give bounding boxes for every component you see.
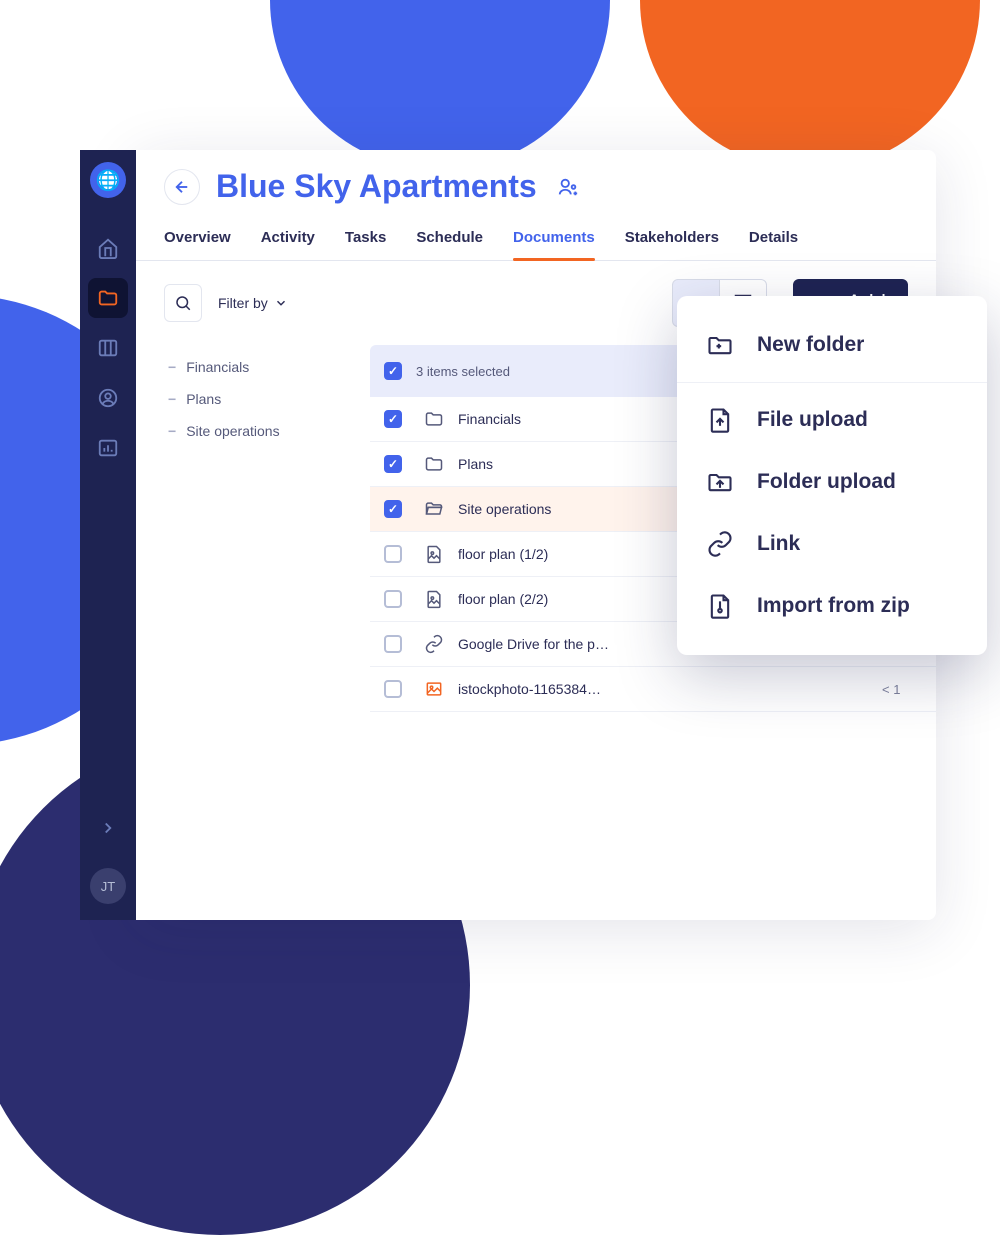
page-header: Blue Sky Apartments [136,150,936,205]
back-button[interactable] [164,169,200,205]
row-checkbox[interactable] [384,410,402,428]
sidebar-item-documents[interactable] [88,278,128,318]
dropdown-folder-upload[interactable]: Folder upload [677,451,987,513]
tree-item-label: Plans [186,391,221,407]
dropdown-label: Import from zip [757,594,910,618]
tree-collapse-icon: − [168,423,176,439]
tab-schedule[interactable]: Schedule [416,229,483,260]
dropdown-label: Link [757,532,800,556]
add-user-icon [557,176,579,198]
row-checkbox[interactable] [384,545,402,563]
chevron-down-icon [274,296,288,310]
dropdown-label: New folder [757,333,864,357]
select-all-checkbox[interactable] [384,362,402,380]
user-circle-icon [97,387,119,409]
tree-item[interactable]: − Site operations [164,415,364,447]
zip-icon [705,591,735,621]
file-name: istockphoto-1165384… [458,681,868,697]
sidebar-expand-button[interactable] [88,808,128,848]
search-icon [174,294,192,312]
sidebar-item-boards[interactable] [88,328,128,368]
file-row[interactable]: istockphoto-1165384… < 1 [370,667,936,712]
arrow-left-icon [173,178,191,196]
link-icon [705,529,735,559]
search-button[interactable] [164,284,202,322]
add-dropdown: New folder File upload Folder upload Lin… [677,296,987,655]
folder-open-icon [424,499,444,519]
chart-icon [97,437,119,459]
user-avatar[interactable]: JT [90,868,126,904]
row-checkbox[interactable] [384,635,402,653]
chevron-right-icon [99,819,117,837]
share-button[interactable] [557,176,579,198]
tree-collapse-icon: − [168,359,176,375]
tab-bar: Overview Activity Tasks Schedule Documen… [136,229,936,261]
selection-count: 3 items selected [416,364,510,379]
dropdown-label: File upload [757,408,868,432]
tree-item-label: Financials [186,359,249,375]
folder-icon [424,454,444,474]
tab-stakeholders[interactable]: Stakeholders [625,229,719,260]
file-size: < 1 [882,682,922,697]
tree-collapse-icon: − [168,391,176,407]
sidebar-item-profile[interactable] [88,378,128,418]
decorative-shape-blue-top [270,0,610,170]
folder-tree: − Financials − Plans − Site operations [164,345,364,712]
tab-activity[interactable]: Activity [261,229,315,260]
row-checkbox[interactable] [384,500,402,518]
home-icon [97,237,119,259]
link-icon [424,634,444,654]
image-file-icon [424,589,444,609]
tab-overview[interactable]: Overview [164,229,231,260]
sidebar-item-analytics[interactable] [88,428,128,468]
folder-icon [97,287,119,309]
folder-upload-icon [705,467,735,497]
filter-label: Filter by [218,295,268,311]
image-file-icon [424,679,444,699]
sidebar-item-home[interactable] [88,228,128,268]
new-folder-icon [705,330,735,360]
dropdown-label: Folder upload [757,470,896,494]
row-checkbox[interactable] [384,590,402,608]
decorative-shape-orange [640,0,980,170]
kanban-icon [97,337,119,359]
folder-icon [424,409,444,429]
dropdown-file-upload[interactable]: File upload [677,389,987,451]
filter-button[interactable]: Filter by [214,287,292,319]
app-logo[interactable]: 🌐 [90,162,126,198]
tab-tasks[interactable]: Tasks [345,229,386,260]
dropdown-import-zip[interactable]: Import from zip [677,575,987,637]
tree-item[interactable]: − Financials [164,351,364,383]
row-checkbox[interactable] [384,680,402,698]
tab-documents[interactable]: Documents [513,229,595,260]
file-upload-icon [705,405,735,435]
page-title: Blue Sky Apartments [216,168,537,205]
dropdown-new-folder[interactable]: New folder [677,314,987,383]
row-checkbox[interactable] [384,455,402,473]
tree-item[interactable]: − Plans [164,383,364,415]
image-file-icon [424,544,444,564]
sidebar-nav: 🌐 JT [80,150,136,920]
dropdown-link[interactable]: Link [677,513,987,575]
tree-item-label: Site operations [186,423,279,439]
tab-details[interactable]: Details [749,229,798,260]
